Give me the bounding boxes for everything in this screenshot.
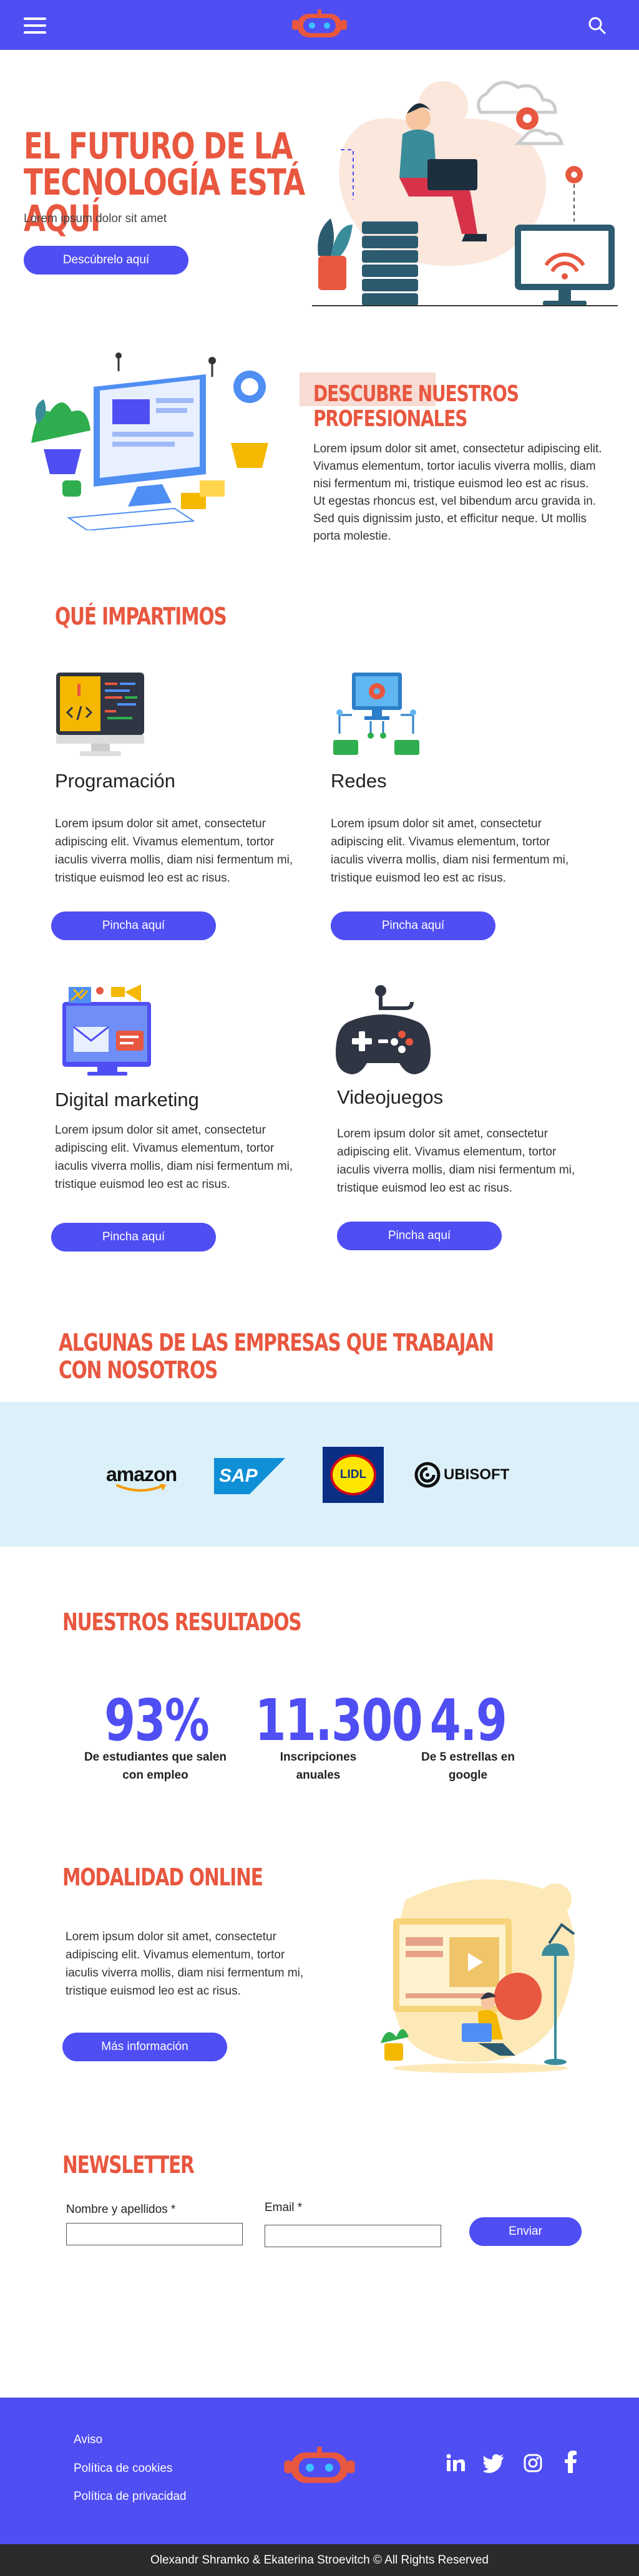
footer-link-privacy[interactable]: Política de privacidad xyxy=(74,2490,187,2504)
top-navbar xyxy=(0,0,639,50)
card-title-redes: Redes xyxy=(331,770,387,792)
search-icon[interactable] xyxy=(588,16,607,35)
stat-value-employment: 93% xyxy=(104,1687,210,1754)
amazon-logo: amazon xyxy=(106,1463,181,1494)
online-title: Modalidad online xyxy=(62,1864,263,1891)
network-monitor-icon xyxy=(333,673,419,755)
course-button-redes[interactable]: Pincha aquí xyxy=(331,911,495,940)
hamburger-menu-icon[interactable] xyxy=(24,17,46,34)
companies-logo-band: amazon SAP LIDL UBISOFT xyxy=(0,1402,639,1547)
stat-value-rating: 4.9 xyxy=(429,1687,507,1754)
professionals-title-line2: profesionales xyxy=(313,406,467,432)
monitor-code-icon xyxy=(56,673,144,756)
footer-link-cookies[interactable]: Política de cookies xyxy=(74,2462,172,2476)
card-text-redes: Lorem ipsum dolor sit amet, consectetur … xyxy=(331,817,569,885)
twitter-icon[interactable] xyxy=(484,2453,505,2473)
newsletter-title: Newsletter xyxy=(62,2151,195,2179)
footer-link-aviso[interactable]: Aviso xyxy=(74,2433,102,2447)
ubisoft-logo: UBISOFT xyxy=(414,1461,509,1489)
instagram-icon[interactable] xyxy=(523,2453,543,2473)
robot-face-logo[interactable] xyxy=(291,7,348,42)
robot-face-logo-footer[interactable] xyxy=(282,2444,357,2489)
page: El futuro de la tecnología está aquí Lor… xyxy=(0,0,639,2576)
stat-label-rating: De 5 estrellas en google xyxy=(421,1751,515,1782)
footer: Aviso Política de cookies Política de pr… xyxy=(0,2398,639,2544)
card-title-digital-marketing: Digital marketing xyxy=(55,1089,199,1111)
professionals-text: Lorem ipsum dolor sit amet, consectetur … xyxy=(313,442,602,543)
name-field[interactable] xyxy=(66,2223,243,2245)
linkedin-icon[interactable] xyxy=(445,2453,465,2473)
copyright-bar: Olexandr Shramko & Ekaterina Stroevitch … xyxy=(0,2544,639,2576)
card-title-videojuegos: Videojuegos xyxy=(337,1086,444,1108)
professionals-title-line1: Descubre nuestros xyxy=(313,381,519,407)
stat-value-enrollments: 11.300 xyxy=(255,1687,423,1754)
card-title-programacion: Programación xyxy=(55,770,175,792)
hero-subtitle: Lorem ipsum dolor sit amet xyxy=(24,212,167,225)
online-study-illustration xyxy=(381,1879,575,2073)
gamepad-icon xyxy=(336,985,431,1074)
lidl-logo: LIDL xyxy=(323,1447,384,1503)
professionals-illustration xyxy=(31,352,268,530)
sap-logo: SAP xyxy=(214,1458,285,1494)
card-text-videojuegos: Lorem ipsum dolor sit amet, consectetur … xyxy=(337,1127,575,1195)
companies-title: Algunas de las empresas que trabajan con… xyxy=(59,1329,494,1384)
more-info-button[interactable]: Más información xyxy=(62,2033,227,2061)
stat-label-enrollments: Inscripciones anuales xyxy=(280,1751,357,1782)
name-label: Nombre y apellidos * xyxy=(66,2203,176,2216)
course-button-videojuegos[interactable]: Pincha aquí xyxy=(337,1222,502,1250)
marketing-screen-icon xyxy=(62,984,151,1076)
professionals-title: Descubre nuestros profesionales xyxy=(313,382,567,432)
card-text-programacion: Lorem ipsum dolor sit amet, consectetur … xyxy=(55,817,293,885)
email-label: Email * xyxy=(265,2201,303,2214)
online-text: Lorem ipsum dolor sit amet, consectetur … xyxy=(66,1930,304,1998)
discover-button[interactable]: Descúbrelo aquí xyxy=(24,246,188,275)
stat-label-employment: De estudiantes que salen con empleo xyxy=(84,1751,227,1782)
copyright-text: Olexandr Shramko & Ekaterina Stroevitch … xyxy=(150,2553,489,2567)
facebook-icon[interactable] xyxy=(564,2451,578,2473)
hero-illustration xyxy=(312,80,618,306)
send-button[interactable]: Enviar xyxy=(469,2217,582,2246)
results-title: Nuestros resultados xyxy=(62,1608,302,1636)
course-button-digital-marketing[interactable]: Pincha aquí xyxy=(51,1223,216,1252)
course-button-programacion[interactable]: Pincha aquí xyxy=(51,911,216,940)
card-text-digital-marketing: Lorem ipsum dolor sit amet, consectetur … xyxy=(55,1124,293,1191)
courses-title: Qué impartimos xyxy=(55,603,227,630)
email-field[interactable] xyxy=(265,2225,441,2247)
